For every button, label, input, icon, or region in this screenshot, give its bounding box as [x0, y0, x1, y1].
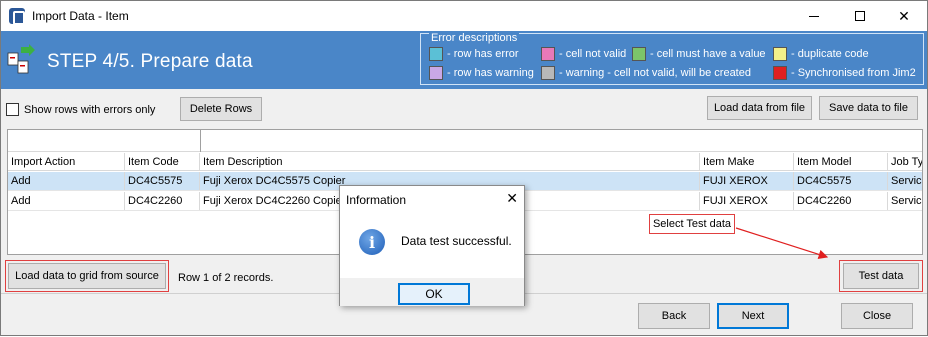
dialog-close-icon[interactable]: ✕: [506, 190, 518, 207]
show-errors-toggle[interactable]: Show rows with errors only: [6, 103, 155, 116]
legend-row-warning: - row has warning: [429, 66, 534, 80]
show-errors-label: Show rows with errors only: [24, 103, 156, 116]
cell-item-code: DC4C2260: [125, 192, 200, 210]
column-header[interactable]: Item Description: [200, 153, 700, 171]
swatch-row-error: [429, 47, 443, 61]
app-icon: [9, 8, 25, 25]
cell-item-code: DC4C5575: [125, 172, 200, 190]
ok-button[interactable]: OK: [398, 283, 470, 305]
column-header[interactable]: Job Ty: [888, 153, 922, 171]
dialog-title: Information: [346, 193, 407, 207]
test-data-button[interactable]: Test data: [843, 263, 919, 289]
import-step-icon: [7, 44, 35, 74]
annotation-callout: Select Test data: [649, 214, 735, 234]
show-errors-checkbox[interactable]: [6, 103, 19, 116]
legend-row-error: - row has error: [429, 47, 519, 61]
close-icon: ✕: [898, 7, 910, 24]
window-title: Import Data - Item: [32, 9, 129, 23]
dialog-message: Data test successful.: [401, 234, 512, 248]
swatch-duplicate-code: [773, 47, 787, 61]
step-title: STEP 4/5. Prepare data: [47, 51, 253, 72]
cell-item-make: FUJI XEROX: [700, 172, 794, 190]
legend-label: - duplicate code: [791, 48, 869, 60]
cell-item-model: DC4C2260: [794, 192, 888, 210]
close-window-button[interactable]: ✕: [881, 1, 927, 31]
legend-label: - row has error: [447, 48, 519, 60]
cell-import-action: Add: [8, 172, 125, 190]
cell-job-type: Service: [891, 195, 922, 207]
info-icon: i: [359, 229, 385, 255]
title-bar: Import Data - Item ✕: [1, 1, 927, 31]
legend-label: - cell not valid: [559, 48, 627, 60]
swatch-cell-not-valid: [541, 47, 555, 61]
maximize-icon: [855, 11, 865, 21]
legend-synchronised: - Synchronised from Jim2: [773, 66, 916, 80]
swatch-synchronised: [773, 66, 787, 80]
column-header[interactable]: Item Model: [794, 153, 888, 171]
save-data-to-file-button[interactable]: Save data to file: [819, 96, 918, 120]
import-data-window: Import Data - Item ✕ STEP 4/5. Prepare d…: [0, 0, 928, 336]
information-dialog: Information ✕ i Data test successful. OK: [339, 185, 525, 306]
record-status: Row 1 of 2 records.: [178, 272, 274, 284]
delete-rows-button[interactable]: Delete Rows: [180, 97, 262, 121]
legend-duplicate-code: - duplicate code: [773, 47, 869, 61]
minimize-icon: [809, 15, 819, 17]
cell-item-model: DC4C5575: [794, 172, 888, 190]
cell-import-action: Add: [8, 192, 125, 210]
legend-warning-cell: - warning - cell not valid, will be crea…: [541, 66, 751, 80]
legend-label: - cell must have a value: [650, 48, 766, 60]
load-data-from-file-button[interactable]: Load data from file: [707, 96, 812, 120]
cell-job-type: Service: [891, 175, 922, 187]
dialog-body: i Data test successful. OK: [340, 212, 524, 306]
legend-label: - warning - cell not valid, will be crea…: [559, 67, 751, 79]
swatch-cell-must-have-value: [632, 47, 646, 61]
load-data-to-grid-button[interactable]: Load data to grid from source: [8, 263, 166, 289]
group-separator: [200, 130, 201, 152]
swatch-warning-cell: [541, 66, 555, 80]
column-header[interactable]: Item Make: [700, 153, 794, 171]
legend-cell-not-valid: - cell not valid: [541, 47, 626, 61]
legend-label: - Synchronised from Jim2: [791, 67, 916, 79]
maximize-button[interactable]: [837, 1, 883, 31]
legend-cell-must-have-value: - cell must have a value: [632, 47, 766, 61]
grid-group-band: [8, 130, 922, 152]
column-header[interactable]: Item Code: [125, 153, 200, 171]
swatch-row-warning: [429, 66, 443, 80]
dialog-footer: OK: [340, 278, 524, 306]
grid-header: Import Action Item Code Item Description…: [8, 153, 922, 171]
legend-label: - row has warning: [447, 67, 534, 79]
column-header[interactable]: Import Action: [8, 153, 125, 171]
next-button[interactable]: Next: [717, 303, 789, 329]
close-button[interactable]: Close: [841, 303, 913, 329]
error-descriptions-title: Error descriptions: [429, 32, 520, 44]
back-button[interactable]: Back: [638, 303, 710, 329]
cell-item-make: FUJI XEROX: [700, 192, 794, 210]
minimize-button[interactable]: [791, 1, 837, 31]
